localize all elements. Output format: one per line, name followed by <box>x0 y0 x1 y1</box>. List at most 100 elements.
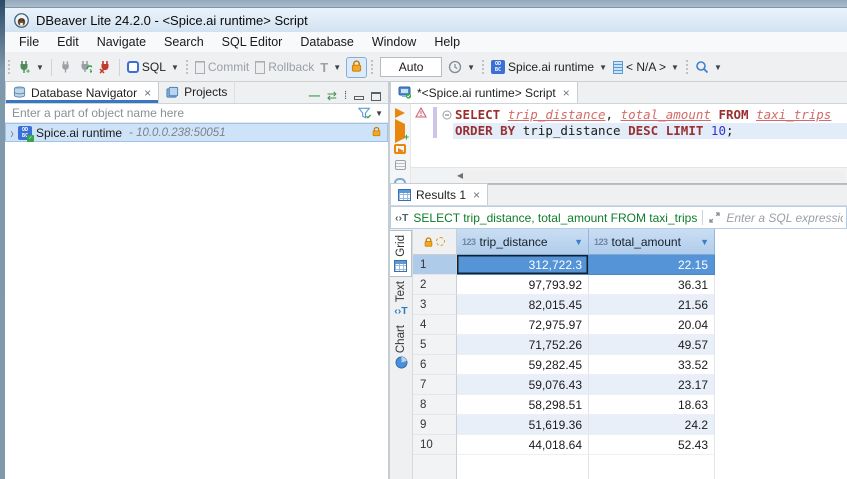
menu-sql-editor[interactable]: SQL Editor <box>213 35 292 49</box>
execute-new-tab-button[interactable]: + <box>395 124 405 138</box>
sql-line-2[interactable]: ORDER BY trip_distance DESC LIMIT 10; <box>453 123 847 139</box>
menu-window[interactable]: Window <box>363 35 425 49</box>
grid-cell[interactable]: 33.52 <box>589 355 715 375</box>
tab-projects[interactable]: Projects <box>159 81 235 103</box>
grid-corner-cell[interactable] <box>413 229 457 255</box>
grid-cell[interactable]: 59,076.43 <box>457 375 589 395</box>
commit-button[interactable]: Commit <box>192 58 252 76</box>
menu-edit[interactable]: Edit <box>48 35 88 49</box>
side-tab-chart[interactable]: Chart <box>390 321 412 373</box>
transaction-mode-button[interactable]: T ▼ <box>317 58 344 77</box>
grid-cell[interactable]: 52.43 <box>589 435 715 455</box>
grid-cell[interactable]: 82,015.45 <box>457 295 589 315</box>
grid-cell[interactable]: 51,619.36 <box>457 415 589 435</box>
row-number[interactable]: 4 <box>413 315 457 335</box>
execute-script-icon[interactable] <box>394 144 406 154</box>
grid-row-4[interactable]: 472,975.9720.04 <box>413 315 847 335</box>
grid-row-2[interactable]: 297,793.9236.31 <box>413 275 847 295</box>
row-number[interactable]: 10 <box>413 435 457 455</box>
close-icon[interactable]: × <box>561 88 570 98</box>
new-connection-button[interactable]: + ▼ <box>14 58 47 76</box>
expander-chevron-icon[interactable]: › <box>10 127 14 139</box>
grid-cell[interactable]: 36.31 <box>589 275 715 295</box>
object-filter-input[interactable]: Enter a part of object name here <box>12 106 184 120</box>
disconnect-button[interactable] <box>95 58 115 76</box>
grid-cell[interactable]: 18.63 <box>589 395 715 415</box>
editor-hscrollbar[interactable]: ◀ <box>411 167 847 183</box>
row-number[interactable]: 3 <box>413 295 457 315</box>
grid-row-9[interactable]: 951,619.3624.2 <box>413 415 847 435</box>
side-tab-grid[interactable]: Grid <box>390 230 412 277</box>
column-header-trip-distance[interactable]: 123 trip_distance ▼ <box>457 229 589 255</box>
menu-file[interactable]: File <box>10 35 48 49</box>
active-database-combo[interactable]: < N/A > ▼ <box>610 58 682 76</box>
row-number[interactable]: 8 <box>413 395 457 415</box>
side-tab-text[interactable]: Text ‹›T <box>390 277 412 321</box>
grid-cell[interactable]: 20.04 <box>589 315 715 335</box>
grid-cell[interactable]: 24.2 <box>589 415 715 435</box>
scrollbar-track[interactable] <box>463 171 845 181</box>
fold-marker[interactable] <box>440 107 453 123</box>
menu-search[interactable]: Search <box>155 35 213 49</box>
grid-cell[interactable]: 49.57 <box>589 335 715 355</box>
grid-cell[interactable]: 59,282.45 <box>457 355 589 375</box>
tab-sql-script[interactable]: *<Spice.ai runtime> Script × <box>390 81 578 103</box>
grid-cell[interactable]: 97,793.92 <box>457 275 589 295</box>
filter-funnel-icon[interactable] <box>358 107 373 120</box>
row-number[interactable]: 5 <box>413 335 457 355</box>
row-number[interactable]: 6 <box>413 355 457 375</box>
expand-icon[interactable] <box>708 211 721 224</box>
sql-expression-input[interactable]: Enter a SQL expression to <box>726 211 843 225</box>
grid-cell[interactable]: 21.56 <box>589 295 715 315</box>
search-button[interactable]: ▼ <box>692 58 725 76</box>
link-with-editor-icon[interactable]: ⇄ <box>327 89 337 103</box>
grid-cell[interactable]: 72,975.97 <box>457 315 589 335</box>
tab-results-1[interactable]: Results 1 × <box>390 183 488 205</box>
menu-help[interactable]: Help <box>425 35 469 49</box>
grid-row-10[interactable]: 1044,018.6452.43 <box>413 435 847 455</box>
active-connection-combo[interactable]: OD BC Spice.ai runtime ▼ <box>488 58 610 76</box>
chevron-down-icon[interactable]: ▼ <box>375 109 383 118</box>
sort-dropdown-icon[interactable]: ▼ <box>574 237 583 247</box>
tree-item-connection[interactable]: › OD BC ✓ Spice.ai runtime - 10.0.0.238:… <box>5 123 388 142</box>
menu-database[interactable]: Database <box>291 35 363 49</box>
grid-row-5[interactable]: 571,752.2649.57 <box>413 335 847 355</box>
row-number[interactable]: 7 <box>413 375 457 395</box>
auto-commit-combo[interactable]: Auto <box>380 57 442 77</box>
row-number[interactable]: 2 <box>413 275 457 295</box>
row-number[interactable]: 9 <box>413 415 457 435</box>
sql-line-1[interactable]: SELECT trip_distance, total_amount FROM … <box>453 107 847 123</box>
grid-cell[interactable]: 22.15 <box>589 255 715 275</box>
minimize-icon[interactable] <box>354 96 364 100</box>
grid-row-3[interactable]: 382,015.4521.56 <box>413 295 847 315</box>
grid-row-6[interactable]: 659,282.4533.52 <box>413 355 847 375</box>
sql-editor-button[interactable]: SQL ▼ <box>124 58 182 76</box>
grid-row-1[interactable]: 1312,722.322.15 <box>413 255 847 275</box>
close-icon[interactable]: × <box>142 88 151 98</box>
execute-statement-icon[interactable] <box>395 108 405 118</box>
transaction-log-button[interactable]: ▼ <box>445 58 478 76</box>
sort-dropdown-icon[interactable]: ▼ <box>700 237 709 247</box>
script-icon[interactable] <box>395 160 406 170</box>
grid-cell[interactable]: 312,722.3 <box>457 255 589 275</box>
result-query-text[interactable]: SELECT trip_distance, total_amount FROM … <box>413 211 697 225</box>
grid-cell[interactable]: 58,298.51 <box>457 395 589 415</box>
grid-row-8[interactable]: 858,298.5118.63 <box>413 395 847 415</box>
grid-cell[interactable]: 71,752.26 <box>457 335 589 355</box>
grid-cell[interactable]: 44,018.64 <box>457 435 589 455</box>
connection-lock-toggle[interactable] <box>346 57 367 78</box>
column-header-total-amount[interactable]: 123 total_amount ▼ <box>589 229 715 255</box>
menu-navigate[interactable]: Navigate <box>88 35 155 49</box>
reconnect-button[interactable] <box>75 58 95 76</box>
close-icon[interactable]: × <box>471 190 480 200</box>
maximize-icon[interactable] <box>371 92 381 101</box>
tab-database-navigator[interactable]: Database Navigator × <box>5 81 159 103</box>
grid-cell[interactable]: 23.17 <box>589 375 715 395</box>
rollback-button[interactable]: Rollback <box>252 58 317 76</box>
grid-row-7[interactable]: 759,076.4323.17 <box>413 375 847 395</box>
connect-button[interactable] <box>56 58 75 76</box>
sql-code-area[interactable]: SELECT trip_distance, total_amount FROM … <box>453 104 847 167</box>
row-number[interactable]: 1 <box>413 255 457 275</box>
collapse-all-icon[interactable]: — <box>309 90 320 102</box>
view-menu-icon[interactable]: ⁞ <box>344 90 347 102</box>
